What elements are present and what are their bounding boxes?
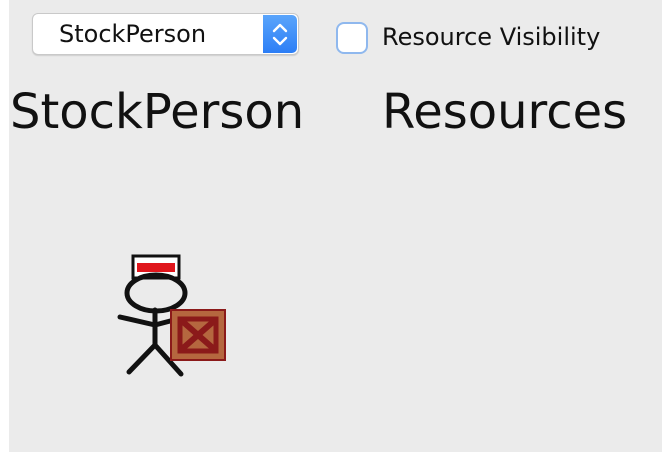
- stockperson-heading: StockPerson: [10, 84, 305, 140]
- head-icon: [124, 272, 188, 314]
- stock-person-figure: [117, 254, 226, 377]
- resources-heading: Resources: [382, 84, 628, 140]
- app-window: StockPerson Resource Visibility StockPer…: [0, 0, 662, 452]
- resource-visibility-checkbox[interactable]: [336, 22, 368, 54]
- crate-icon: [170, 309, 226, 361]
- role-select-value: StockPerson: [59, 20, 207, 48]
- content-panel: [9, 0, 662, 452]
- up-down-chevron-icon[interactable]: [263, 15, 297, 53]
- resource-visibility-label[interactable]: Resource Visibility: [382, 22, 600, 52]
- role-select[interactable]: StockPerson: [32, 13, 299, 55]
